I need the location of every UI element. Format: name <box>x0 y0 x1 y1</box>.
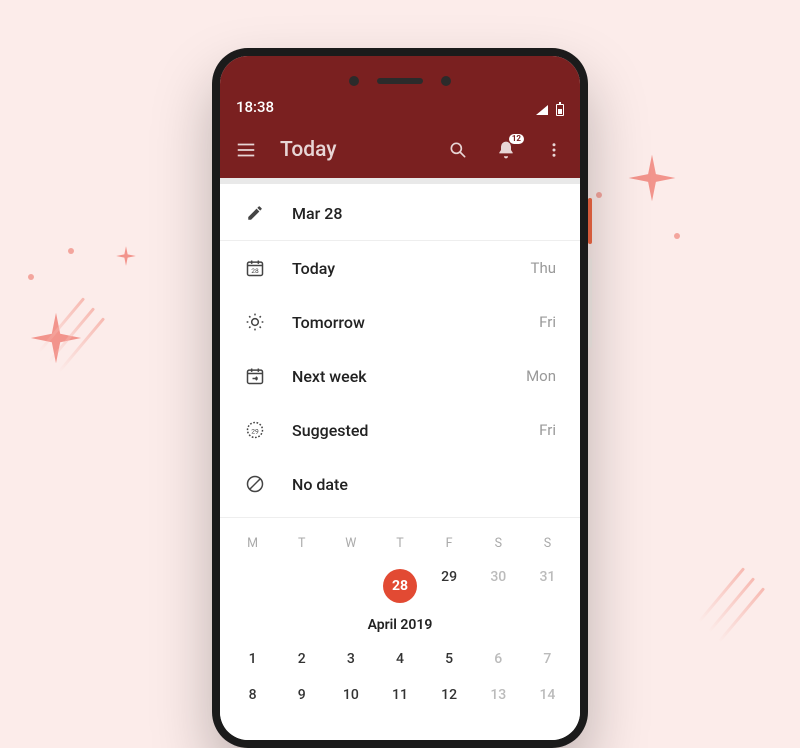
calendar-day[interactable]: 4 <box>375 641 424 677</box>
calendar-day[interactable]: 10 <box>326 677 375 713</box>
calendar-weekday: S <box>523 536 572 551</box>
volume-button <box>588 258 592 348</box>
quickdate-option[interactable]: 28 TodayThu <box>220 241 580 295</box>
nodate-icon <box>244 473 266 495</box>
calendar-weekday: F <box>425 536 474 551</box>
app-bar: Today 12 <box>220 122 580 178</box>
decorative-dot <box>596 192 602 198</box>
notification-badge: 12 <box>509 134 524 144</box>
page-title: Today <box>280 138 424 162</box>
decorative-dot <box>674 233 680 239</box>
calendar-day[interactable]: 12 <box>425 677 474 713</box>
quickdate-day: Mon <box>526 367 556 385</box>
calendar-day[interactable]: 30 <box>474 559 523 613</box>
calendar-day[interactable]: 13 <box>474 677 523 713</box>
signal-icon <box>536 105 548 115</box>
calendar-suggest-icon: 29 <box>244 419 266 441</box>
calendar-day[interactable]: 5 <box>425 641 474 677</box>
calendar-weekday: T <box>375 536 424 551</box>
calendar-day[interactable]: 31 <box>523 559 572 613</box>
calendar-day[interactable]: 9 <box>277 677 326 713</box>
calendar-day-selected[interactable]: 28 <box>375 559 424 613</box>
quickdate-day: Fri <box>539 313 556 331</box>
calendar-day[interactable]: 3 <box>326 641 375 677</box>
power-button <box>588 198 592 244</box>
date-input-value: Mar 28 <box>292 204 556 223</box>
calendar-day[interactable]: 1 <box>228 641 277 677</box>
calendar-day <box>277 559 326 613</box>
decorative-sparkle <box>629 155 676 202</box>
status-time: 18:38 <box>236 98 536 116</box>
quickdate-label: No date <box>292 475 556 494</box>
quickdate-option[interactable]: No date <box>220 457 580 511</box>
phone-frame: 18:38 Today 12 <box>212 48 588 748</box>
calendar-day[interactable]: 8 <box>228 677 277 713</box>
calendar-month-label: April 2019 <box>228 613 572 641</box>
calendar-day[interactable]: 7 <box>523 641 572 677</box>
quickdate-day: Fri <box>539 421 556 439</box>
decorative-dot <box>28 274 34 280</box>
quickdate-option[interactable]: TomorrowFri <box>220 295 580 349</box>
phone-speaker <box>349 76 451 86</box>
date-picker-sheet: Mar 28 28TodayThuTomorrowFriNext weekMon… <box>220 178 580 740</box>
quickdate-option[interactable]: Next weekMon <box>220 349 580 403</box>
calendar-weekday: T <box>277 536 326 551</box>
quickdate-day: Thu <box>531 259 556 277</box>
calendar-day[interactable]: 14 <box>523 677 572 713</box>
decorative-dot <box>68 248 74 254</box>
calendar-next-icon <box>244 365 266 387</box>
quickdate-label: Today <box>292 259 531 278</box>
calendar-today-icon: 28 <box>244 257 266 279</box>
calendar-day[interactable]: 29 <box>425 559 474 613</box>
quickdate-option[interactable]: 29 SuggestedFri <box>220 403 580 457</box>
svg-text:28: 28 <box>251 267 259 275</box>
date-input-row[interactable]: Mar 28 <box>220 184 580 240</box>
calendar-weekday: S <box>474 536 523 551</box>
notifications-icon[interactable]: 12 <box>492 136 520 164</box>
pencil-icon <box>244 202 266 224</box>
quickdate-label: Suggested <box>292 421 539 440</box>
calendar-day[interactable]: 6 <box>474 641 523 677</box>
calendar: MTWTFSS 28293031 April 2019 1234567 8910… <box>220 524 580 713</box>
status-bar: 18:38 <box>220 56 580 122</box>
quickdate-label: Tomorrow <box>292 313 539 332</box>
svg-text:29: 29 <box>251 427 259 435</box>
overflow-icon[interactable] <box>540 136 568 164</box>
battery-icon <box>556 104 564 116</box>
calendar-day <box>326 559 375 613</box>
calendar-day <box>228 559 277 613</box>
calendar-weekday: M <box>228 536 277 551</box>
calendar-day[interactable]: 2 <box>277 641 326 677</box>
quickdate-label: Next week <box>292 367 526 386</box>
search-icon[interactable] <box>444 136 472 164</box>
calendar-weekday-header: MTWTFSS <box>228 528 572 559</box>
calendar-weekday: W <box>326 536 375 551</box>
sun-icon <box>244 311 266 333</box>
decorative-sparkle <box>116 246 136 266</box>
calendar-day[interactable]: 11 <box>375 677 424 713</box>
menu-icon[interactable] <box>232 136 260 164</box>
